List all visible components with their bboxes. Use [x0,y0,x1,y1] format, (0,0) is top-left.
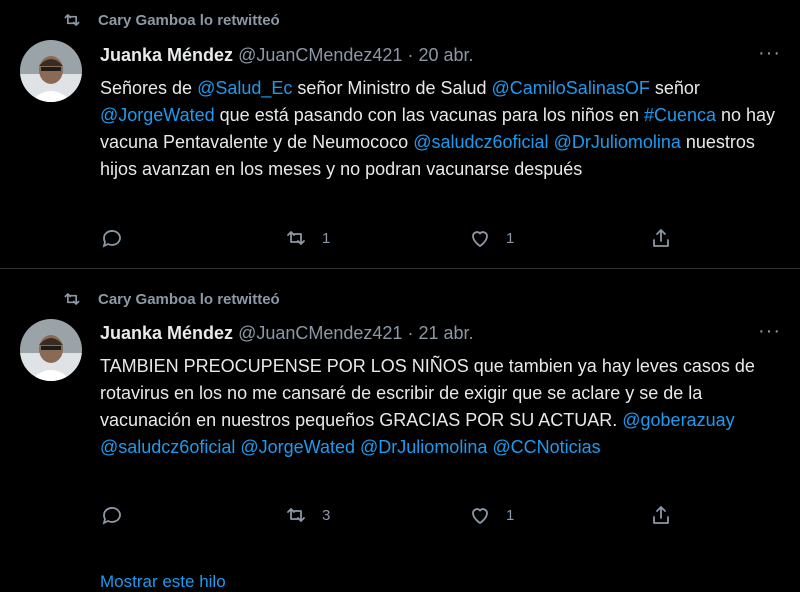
author-handle[interactable]: @JuanCMendez421 [238,323,402,343]
tweet-text-segment: señor [649,78,700,98]
author-name[interactable]: Juanka Méndez [100,323,233,343]
reply-button[interactable] [100,503,124,527]
share-icon [653,506,669,524]
author-name[interactable]: Juanka Méndez [100,45,233,65]
avatar[interactable] [20,319,82,381]
tweet[interactable]: Cary Gamboa lo retwitteó Juanka Méndez @… [0,269,800,587]
retweet-count: 3 [322,506,331,524]
reply-icon [102,230,121,248]
retweet-context[interactable]: Cary Gamboa lo retwitteó [62,10,280,30]
retweet-count: 1 [322,229,331,247]
like-icon [472,231,488,248]
retweet-icon [64,293,80,305]
tweet[interactable]: Cary Gamboa lo retwitteó Juanka Méndez @… [0,0,800,269]
reply-icon [102,507,121,525]
like-icon [472,508,488,525]
avatar[interactable] [20,40,82,102]
mention-link[interactable]: @DrJuliomolina [554,132,681,152]
retweet-by-label: Cary Gamboa lo retwitteó [98,290,280,308]
mention-link[interactable]: @saludcz6oficial [413,132,548,152]
share-icon [653,229,669,247]
share-button[interactable] [649,503,673,527]
more-icon[interactable]: ··· [758,42,781,65]
like-button[interactable]: 1 [468,226,514,250]
retweet-icon [287,231,305,245]
tweet-date[interactable]: 20 abr. [418,45,473,65]
separator: · [402,323,419,343]
retweet-button[interactable]: 1 [284,226,330,250]
tweet-text: Señores de @Salud_Ec señor Ministro de S… [100,75,790,183]
reply-button[interactable] [100,226,124,250]
retweet-context[interactable]: Cary Gamboa lo retwitteó [62,289,280,309]
separator: · [402,45,419,65]
retweet-icon [64,14,80,26]
tweet-header: Juanka Méndez @JuanCMendez421 · 21 abr. [100,323,730,344]
mention-link[interactable]: @goberazuay [622,410,734,430]
mention-link[interactable]: @JorgeWated [100,105,215,125]
mention-link[interactable]: @JorgeWated [240,437,355,457]
tweet-actions: 3 1 [100,503,680,527]
mention-link[interactable]: @CCNoticias [492,437,600,457]
retweet-button[interactable]: 3 [284,503,330,527]
hashtag-link[interactable]: #Cuenca [644,105,716,125]
tweet-text: TAMBIEN PREOCUPENSE POR LOS NIÑOS que ta… [100,353,790,461]
tweet-date[interactable]: 21 abr. [418,323,473,343]
retweet-by-label: Cary Gamboa lo retwitteó [98,11,280,29]
mention-link[interactable]: @DrJuliomolina [360,437,487,457]
like-count: 1 [506,229,515,247]
author-handle[interactable]: @JuanCMendez421 [238,45,402,65]
tweet-actions: 1 1 [100,226,680,250]
show-thread-link[interactable]: Mostrar este hilo [100,572,226,592]
like-button[interactable]: 1 [468,503,514,527]
more-icon[interactable]: ··· [758,320,781,343]
like-count: 1 [506,506,515,524]
mention-link[interactable]: @saludcz6oficial [100,437,235,457]
tweet-text-segment: que está pasando con las vacunas para lo… [214,105,644,125]
mention-link[interactable]: @CamiloSalinasOF [492,78,650,98]
mention-link[interactable]: @Salud_Ec [197,78,292,98]
tweet-text-segment: Señores de [100,78,198,98]
share-button[interactable] [649,226,673,250]
tweet-header: Juanka Méndez @JuanCMendez421 · 20 abr. [100,45,730,66]
tweet-text-segment: señor Ministro de Salud [292,78,492,98]
retweet-icon [287,508,305,522]
